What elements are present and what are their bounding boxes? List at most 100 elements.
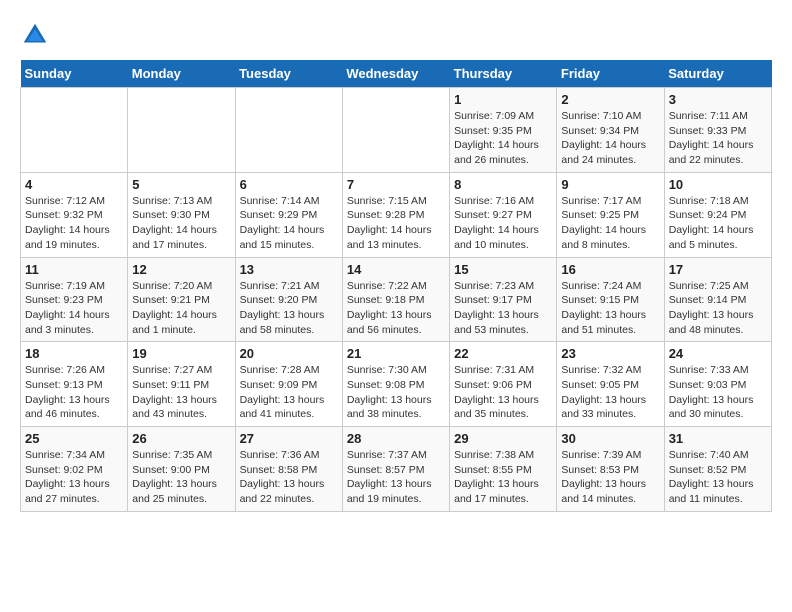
calendar-cell: 19 Sunrise: 7:27 AM Sunset: 9:11 PM Dayli… — [128, 342, 235, 427]
day-number: 9 — [561, 177, 659, 192]
day-header-saturday: Saturday — [664, 60, 771, 88]
calendar-cell — [235, 88, 342, 173]
day-info: Sunrise: 7:22 AM Sunset: 9:18 PM Dayligh… — [347, 279, 445, 338]
calendar-cell: 10 Sunrise: 7:18 AM Sunset: 9:24 PM Dayli… — [664, 172, 771, 257]
day-number: 3 — [669, 92, 767, 107]
day-info: Sunrise: 7:32 AM Sunset: 9:05 PM Dayligh… — [561, 363, 659, 422]
day-info: Sunrise: 7:18 AM Sunset: 9:24 PM Dayligh… — [669, 194, 767, 253]
day-info: Sunrise: 7:35 AM Sunset: 9:00 PM Dayligh… — [132, 448, 230, 507]
calendar-cell — [342, 88, 449, 173]
calendar-cell: 2 Sunrise: 7:10 AM Sunset: 9:34 PM Daylig… — [557, 88, 664, 173]
day-info: Sunrise: 7:33 AM Sunset: 9:03 PM Dayligh… — [669, 363, 767, 422]
day-info: Sunrise: 7:21 AM Sunset: 9:20 PM Dayligh… — [240, 279, 338, 338]
calendar-cell: 16Sunrise: 7:24 AM Sunset: 9:15 PM Dayli… — [557, 257, 664, 342]
day-number: 20 — [240, 346, 338, 361]
day-number: 11 — [25, 262, 123, 277]
day-header-wednesday: Wednesday — [342, 60, 449, 88]
week-row-1: 1 Sunrise: 7:09 AM Sunset: 9:35 PM Daylig… — [21, 88, 772, 173]
day-number: 13 — [240, 262, 338, 277]
day-info: Sunrise: 7:17 AM Sunset: 9:25 PM Dayligh… — [561, 194, 659, 253]
calendar-cell: 11 Sunrise: 7:19 AM Sunset: 9:23 PM Dayli… — [21, 257, 128, 342]
day-info: Sunrise: 7:25 AM Sunset: 9:14 PM Dayligh… — [669, 279, 767, 338]
logo — [20, 20, 54, 50]
day-number: 1 — [454, 92, 552, 107]
day-number: 28 — [347, 431, 445, 446]
day-number: 25 — [25, 431, 123, 446]
day-header-thursday: Thursday — [450, 60, 557, 88]
calendar-cell: 30 Sunrise: 7:39 AM Sunset: 8:53 PM Dayli… — [557, 427, 664, 512]
day-info: Sunrise: 7:28 AM Sunset: 9:09 PM Dayligh… — [240, 363, 338, 422]
day-number: 23 — [561, 346, 659, 361]
day-info: Sunrise: 7:36 AM Sunset: 8:58 PM Dayligh… — [240, 448, 338, 507]
day-info: Sunrise: 7:27 AM Sunset: 9:11 PM Dayligh… — [132, 363, 230, 422]
calendar-cell: 1 Sunrise: 7:09 AM Sunset: 9:35 PM Daylig… — [450, 88, 557, 173]
day-header-friday: Friday — [557, 60, 664, 88]
week-row-5: 25 Sunrise: 7:34 AM Sunset: 9:02 PM Dayli… — [21, 427, 772, 512]
calendar-cell: 5 Sunrise: 7:13 AM Sunset: 9:30 PM Daylig… — [128, 172, 235, 257]
calendar-table: SundayMondayTuesdayWednesdayThursdayFrid… — [20, 60, 772, 512]
calendar-cell — [21, 88, 128, 173]
day-info: Sunrise: 7:40 AM Sunset: 8:52 PM Dayligh… — [669, 448, 767, 507]
calendar-cell: 20 Sunrise: 7:28 AM Sunset: 9:09 PM Dayli… — [235, 342, 342, 427]
day-number: 7 — [347, 177, 445, 192]
week-row-3: 11 Sunrise: 7:19 AM Sunset: 9:23 PM Dayli… — [21, 257, 772, 342]
day-info: Sunrise: 7:30 AM Sunset: 9:08 PM Dayligh… — [347, 363, 445, 422]
day-info: Sunrise: 7:10 AM Sunset: 9:34 PM Dayligh… — [561, 109, 659, 168]
calendar-cell: 29Sunrise: 7:38 AM Sunset: 8:55 PM Dayli… — [450, 427, 557, 512]
day-info: Sunrise: 7:23 AM Sunset: 9:17 PM Dayligh… — [454, 279, 552, 338]
day-info: Sunrise: 7:09 AM Sunset: 9:35 PM Dayligh… — [454, 109, 552, 168]
logo-icon — [20, 20, 50, 50]
calendar-cell: 7 Sunrise: 7:15 AM Sunset: 9:28 PM Daylig… — [342, 172, 449, 257]
calendar-cell: 14 Sunrise: 7:22 AM Sunset: 9:18 PM Dayli… — [342, 257, 449, 342]
day-info: Sunrise: 7:38 AM Sunset: 8:55 PM Dayligh… — [454, 448, 552, 507]
calendar-cell: 8 Sunrise: 7:16 AM Sunset: 9:27 PM Daylig… — [450, 172, 557, 257]
day-number: 5 — [132, 177, 230, 192]
day-info: Sunrise: 7:26 AM Sunset: 9:13 PM Dayligh… — [25, 363, 123, 422]
day-info: Sunrise: 7:37 AM Sunset: 8:57 PM Dayligh… — [347, 448, 445, 507]
day-number: 8 — [454, 177, 552, 192]
calendar-cell: 18Sunrise: 7:26 AM Sunset: 9:13 PM Dayli… — [21, 342, 128, 427]
day-number: 2 — [561, 92, 659, 107]
day-info: Sunrise: 7:11 AM Sunset: 9:33 PM Dayligh… — [669, 109, 767, 168]
calendar-cell: 6 Sunrise: 7:14 AM Sunset: 9:29 PM Daylig… — [235, 172, 342, 257]
day-number: 22 — [454, 346, 552, 361]
day-number: 14 — [347, 262, 445, 277]
day-number: 10 — [669, 177, 767, 192]
calendar-cell: 3 Sunrise: 7:11 AM Sunset: 9:33 PM Daylig… — [664, 88, 771, 173]
calendar-cell: 22 Sunrise: 7:31 AM Sunset: 9:06 PM Dayli… — [450, 342, 557, 427]
calendar-cell: 26 Sunrise: 7:35 AM Sunset: 9:00 PM Dayli… — [128, 427, 235, 512]
day-info: Sunrise: 7:13 AM Sunset: 9:30 PM Dayligh… — [132, 194, 230, 253]
day-info: Sunrise: 7:39 AM Sunset: 8:53 PM Dayligh… — [561, 448, 659, 507]
day-info: Sunrise: 7:20 AM Sunset: 9:21 PM Dayligh… — [132, 279, 230, 338]
day-info: Sunrise: 7:34 AM Sunset: 9:02 PM Dayligh… — [25, 448, 123, 507]
calendar-cell: 21Sunrise: 7:30 AM Sunset: 9:08 PM Dayli… — [342, 342, 449, 427]
calendar-cell: 31 Sunrise: 7:40 AM Sunset: 8:52 PM Dayli… — [664, 427, 771, 512]
header — [20, 20, 772, 50]
calendar-cell: 28 Sunrise: 7:37 AM Sunset: 8:57 PM Dayli… — [342, 427, 449, 512]
calendar-cell: 27 Sunrise: 7:36 AM Sunset: 8:58 PM Dayli… — [235, 427, 342, 512]
header-row: SundayMondayTuesdayWednesdayThursdayFrid… — [21, 60, 772, 88]
day-info: Sunrise: 7:14 AM Sunset: 9:29 PM Dayligh… — [240, 194, 338, 253]
week-row-2: 4Sunrise: 7:12 AM Sunset: 9:32 PM Daylig… — [21, 172, 772, 257]
day-info: Sunrise: 7:19 AM Sunset: 9:23 PM Dayligh… — [25, 279, 123, 338]
calendar-cell: 17 Sunrise: 7:25 AM Sunset: 9:14 PM Dayli… — [664, 257, 771, 342]
day-number: 27 — [240, 431, 338, 446]
day-number: 26 — [132, 431, 230, 446]
day-number: 15 — [454, 262, 552, 277]
day-number: 19 — [132, 346, 230, 361]
day-number: 31 — [669, 431, 767, 446]
day-number: 6 — [240, 177, 338, 192]
day-number: 12 — [132, 262, 230, 277]
day-info: Sunrise: 7:16 AM Sunset: 9:27 PM Dayligh… — [454, 194, 552, 253]
day-info: Sunrise: 7:15 AM Sunset: 9:28 PM Dayligh… — [347, 194, 445, 253]
calendar-cell: 12 Sunrise: 7:20 AM Sunset: 9:21 PM Dayli… — [128, 257, 235, 342]
day-number: 30 — [561, 431, 659, 446]
calendar-cell: 23 Sunrise: 7:32 AM Sunset: 9:05 PM Dayli… — [557, 342, 664, 427]
day-number: 17 — [669, 262, 767, 277]
day-info: Sunrise: 7:31 AM Sunset: 9:06 PM Dayligh… — [454, 363, 552, 422]
calendar-cell — [128, 88, 235, 173]
day-info: Sunrise: 7:24 AM Sunset: 9:15 PM Dayligh… — [561, 279, 659, 338]
calendar-cell: 25 Sunrise: 7:34 AM Sunset: 9:02 PM Dayli… — [21, 427, 128, 512]
calendar-cell: 9 Sunrise: 7:17 AM Sunset: 9:25 PM Daylig… — [557, 172, 664, 257]
calendar-cell: 24Sunrise: 7:33 AM Sunset: 9:03 PM Dayli… — [664, 342, 771, 427]
